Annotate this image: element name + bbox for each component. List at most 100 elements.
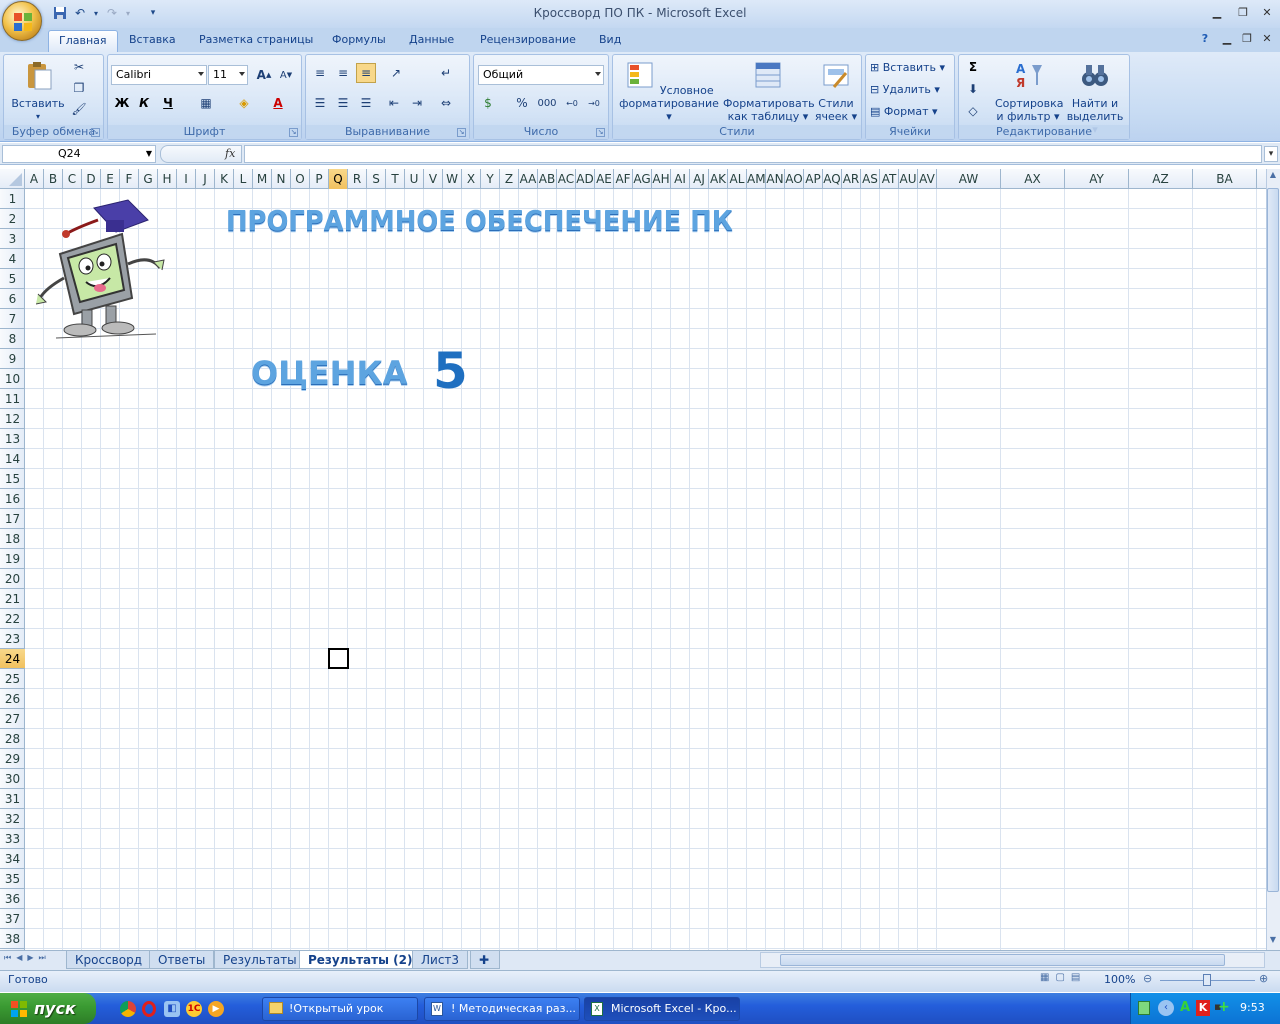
row-header-31[interactable]: 31	[0, 789, 25, 809]
align-bottom-icon[interactable]: ≡	[356, 63, 376, 83]
column-header-as[interactable]: AS	[861, 169, 880, 189]
column-header-at[interactable]: AT	[880, 169, 899, 189]
sheet-nav-icons[interactable]: ⏮◀▶⏭	[4, 953, 51, 963]
format-as-table-button[interactable]: Форматировать как таблицу ▾	[723, 59, 815, 123]
row-header-29[interactable]: 29	[0, 749, 25, 769]
column-header-g[interactable]: G	[139, 169, 158, 189]
column-header-s[interactable]: S	[367, 169, 386, 189]
desktop-icon[interactable]: ◧	[164, 1001, 180, 1017]
column-header-x[interactable]: X	[462, 169, 481, 189]
sheet-tab-results[interactable]: Результаты	[214, 951, 306, 969]
tray-plus-icon[interactable]: +	[1218, 999, 1230, 1015]
column-header-ak[interactable]: AK	[709, 169, 728, 189]
row-header-2[interactable]: 2	[0, 209, 25, 229]
column-header-au[interactable]: AU	[899, 169, 918, 189]
column-header-d[interactable]: D	[82, 169, 101, 189]
column-header-b[interactable]: B	[44, 169, 63, 189]
column-header-ah[interactable]: AH	[652, 169, 671, 189]
align-center-icon[interactable]: ☰	[333, 93, 353, 113]
column-header-aj[interactable]: AJ	[690, 169, 709, 189]
view-buttons[interactable]: ▦▢▤	[1040, 972, 1096, 988]
merge-center-icon[interactable]: ⇔	[436, 93, 456, 113]
restore-icon[interactable]: ❐	[1234, 6, 1252, 20]
scroll-down-icon[interactable]: ▼	[1267, 935, 1279, 949]
autosum-icon[interactable]: Σ	[963, 57, 983, 77]
row-header-30[interactable]: 30	[0, 769, 25, 789]
conditional-format-button[interactable]: Условное форматирование ▾	[617, 59, 721, 123]
cut-icon[interactable]: ✂	[69, 57, 89, 77]
horizontal-scroll-thumb[interactable]	[780, 954, 1225, 966]
row-header-9[interactable]: 9	[0, 349, 25, 369]
sheet-tab-results-2[interactable]: Результаты (2)	[299, 951, 422, 969]
column-header-w[interactable]: W	[443, 169, 462, 189]
redo-icon[interactable]: ↷	[104, 5, 120, 21]
row-header-8[interactable]: 8	[0, 329, 25, 349]
delete-cells-button[interactable]: ⊟ Удалить ▾	[870, 81, 940, 99]
column-header-u[interactable]: U	[405, 169, 424, 189]
clear-icon[interactable]: ◇	[963, 101, 983, 121]
row-header-6[interactable]: 6	[0, 289, 25, 309]
doc-restore-icon[interactable]: ❐	[1238, 32, 1256, 46]
percent-button[interactable]: %	[512, 93, 532, 113]
column-header-ai[interactable]: AI	[671, 169, 690, 189]
column-header-m[interactable]: M	[253, 169, 272, 189]
column-header-af[interactable]: AF	[614, 169, 633, 189]
row-header-17[interactable]: 17	[0, 509, 25, 529]
row-header-7[interactable]: 7	[0, 309, 25, 329]
doc-minimize-icon[interactable]: ▁	[1218, 32, 1236, 46]
insert-sheet-icon[interactable]: ✚	[470, 951, 500, 969]
row-header-24[interactable]: 24	[0, 649, 25, 669]
row-header-11[interactable]: 11	[0, 389, 25, 409]
column-header-ac[interactable]: AC	[557, 169, 576, 189]
row-header-25[interactable]: 25	[0, 669, 25, 689]
tray-a-icon[interactable]: A	[1180, 1000, 1190, 1015]
chrome-icon[interactable]	[120, 1001, 136, 1017]
wrap-text-icon[interactable]: ↵	[436, 63, 456, 83]
row-header-34[interactable]: 34	[0, 849, 25, 869]
tab-page-layout[interactable]: Разметка страницы	[189, 30, 323, 52]
column-header-ax[interactable]: AX	[1001, 169, 1065, 189]
column-header-p[interactable]: P	[310, 169, 329, 189]
start-button[interactable]: пуск	[0, 993, 96, 1024]
kaspersky-icon[interactable]: K	[1196, 1000, 1210, 1016]
column-header-ba[interactable]: BA	[1193, 169, 1257, 189]
row-header-35[interactable]: 35	[0, 869, 25, 889]
column-header-c[interactable]: C	[63, 169, 82, 189]
tray-collapse-icon[interactable]: ‹	[1158, 1000, 1174, 1016]
office-button[interactable]	[2, 1, 42, 41]
sort-filter-button[interactable]: АЯ Сортировка и фильтр ▾	[995, 59, 1064, 123]
column-header-a[interactable]: A	[25, 169, 44, 189]
opera-icon[interactable]	[142, 1001, 156, 1017]
column-header-ay[interactable]: AY	[1065, 169, 1129, 189]
column-header-am[interactable]: AM	[747, 169, 766, 189]
cell-styles-button[interactable]: Стили ячеек ▾	[813, 59, 859, 123]
task-excel[interactable]: X Microsoft Excel - Кро...	[584, 997, 740, 1021]
align-middle-icon[interactable]: ≡	[333, 63, 353, 83]
doc-close-icon[interactable]: ✕	[1258, 32, 1276, 46]
column-header-h[interactable]: H	[158, 169, 177, 189]
column-header-z[interactable]: Z	[500, 169, 519, 189]
select-all-corner[interactable]	[0, 169, 25, 189]
number-launcher-icon[interactable]: ↘	[596, 128, 605, 137]
row-header-27[interactable]: 27	[0, 709, 25, 729]
borders-icon[interactable]: ▦	[196, 93, 216, 113]
insert-function-button[interactable]: fx	[160, 145, 242, 163]
column-header-f[interactable]: F	[120, 169, 139, 189]
task-word-doc[interactable]: W ! Методическая раз...	[424, 997, 580, 1021]
column-header-j[interactable]: J	[196, 169, 215, 189]
row-header-28[interactable]: 28	[0, 729, 25, 749]
alignment-launcher-icon[interactable]: ↘	[457, 128, 466, 137]
column-header-ag[interactable]: AG	[633, 169, 652, 189]
align-top-icon[interactable]: ≡	[310, 63, 330, 83]
row-header-19[interactable]: 19	[0, 549, 25, 569]
column-header-t[interactable]: T	[386, 169, 405, 189]
column-header-az[interactable]: AZ	[1129, 169, 1193, 189]
save-icon[interactable]	[52, 5, 68, 21]
task-open-lesson[interactable]: !Открытый урок	[262, 997, 418, 1021]
tab-home[interactable]: Главная	[48, 30, 118, 52]
row-header-15[interactable]: 15	[0, 469, 25, 489]
row-header-10[interactable]: 10	[0, 369, 25, 389]
copy-icon[interactable]: ❐	[69, 78, 89, 98]
decrease-decimal-icon[interactable]: →0	[584, 93, 604, 113]
format-painter-icon[interactable]: 🖌	[69, 99, 89, 119]
